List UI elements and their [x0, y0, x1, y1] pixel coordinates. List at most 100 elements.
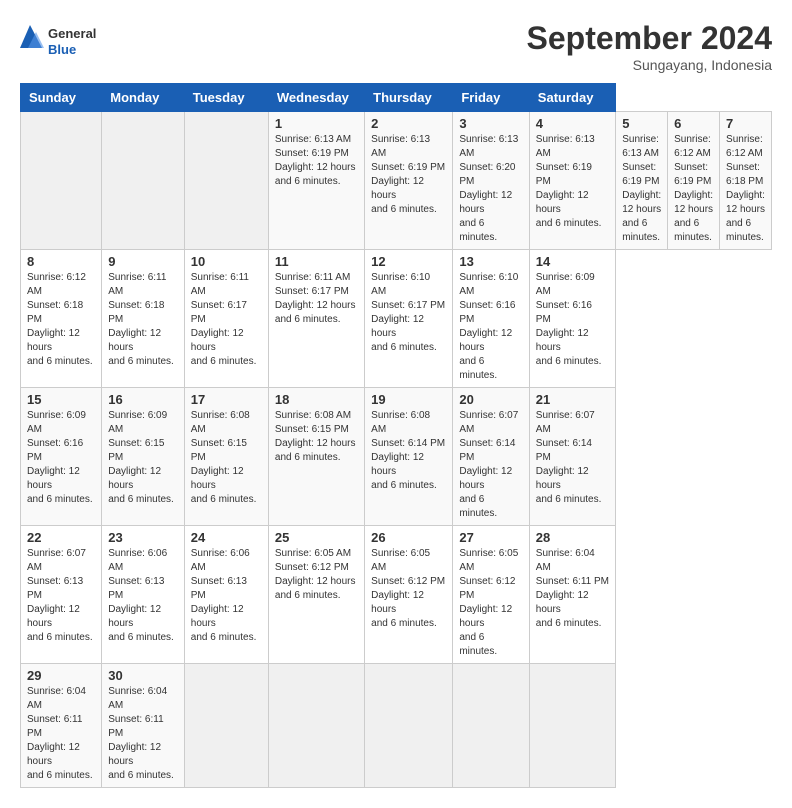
day-number: 25 — [275, 530, 358, 545]
day-number: 16 — [108, 392, 178, 407]
day-cell — [268, 664, 364, 788]
location-subtitle: Sungayang, Indonesia — [527, 57, 772, 73]
day-info: Sunrise: 6:04 AMSunset: 6:11 PMDaylight:… — [27, 685, 95, 783]
day-info: Sunrise: 6:10 AMSunset: 6:16 PMDaylight:… — [459, 271, 522, 383]
day-cell: 26 Sunrise: 6:05 AMSunset: 6:12 PMDayligh… — [365, 526, 453, 664]
day-info: Sunrise: 6:11 AMSunset: 6:17 PMDaylight:… — [191, 271, 262, 369]
day-info: Sunrise: 6:08 AMSunset: 6:15 PMDaylight:… — [191, 409, 262, 507]
day-cell: 16 Sunrise: 6:09 AMSunset: 6:15 PMDayligh… — [102, 388, 185, 526]
header-tuesday: Tuesday — [184, 84, 268, 112]
day-cell: 27 Sunrise: 6:05 AMSunset: 6:12 PMDayligh… — [453, 526, 529, 664]
page-header: General Blue September 2024 Sungayang, I… — [20, 20, 772, 73]
day-info: Sunrise: 6:04 AMSunset: 6:11 PMDaylight:… — [536, 547, 609, 631]
svg-text:General: General — [48, 26, 96, 41]
day-number: 30 — [108, 668, 178, 683]
day-number: 12 — [371, 254, 446, 269]
day-number: 5 — [622, 116, 661, 131]
day-cell: 30 Sunrise: 6:04 AMSunset: 6:11 PMDayligh… — [102, 664, 185, 788]
day-number: 11 — [275, 254, 358, 269]
day-cell: 1 Sunrise: 6:13 AMSunset: 6:19 PMDaylight… — [268, 112, 364, 250]
day-info: Sunrise: 6:05 AMSunset: 6:12 PMDaylight:… — [275, 547, 358, 603]
day-number: 22 — [27, 530, 95, 545]
day-info: Sunrise: 6:13 AMSunset: 6:20 PMDaylight:… — [459, 133, 522, 245]
day-number: 7 — [726, 116, 765, 131]
day-info: Sunrise: 6:12 AMSunset: 6:18 PMDaylight:… — [27, 271, 95, 369]
day-cell: 18 Sunrise: 6:08 AMSunset: 6:15 PMDayligh… — [268, 388, 364, 526]
day-cell: 5 Sunrise: 6:13 AMSunset: 6:19 PMDaylight… — [616, 112, 668, 250]
calendar-table: SundayMondayTuesdayWednesdayThursdayFrid… — [20, 83, 772, 788]
day-info: Sunrise: 6:12 AMSunset: 6:19 PMDaylight:… — [674, 133, 713, 245]
day-cell — [453, 664, 529, 788]
day-number: 15 — [27, 392, 95, 407]
day-number: 27 — [459, 530, 522, 545]
day-info: Sunrise: 6:05 AMSunset: 6:12 PMDaylight:… — [371, 547, 446, 631]
day-cell: 29 Sunrise: 6:04 AMSunset: 6:11 PMDayligh… — [21, 664, 102, 788]
week-row-5: 29 Sunrise: 6:04 AMSunset: 6:11 PMDayligh… — [21, 664, 772, 788]
day-info: Sunrise: 6:13 AMSunset: 6:19 PMDaylight:… — [536, 133, 609, 231]
day-info: Sunrise: 6:06 AMSunset: 6:13 PMDaylight:… — [108, 547, 178, 645]
day-number: 28 — [536, 530, 609, 545]
day-number: 19 — [371, 392, 446, 407]
day-cell: 23Sunrise: 6:06 AMSunset: 6:13 PMDayligh… — [102, 526, 185, 664]
week-row-4: 22Sunrise: 6:07 AMSunset: 6:13 PMDayligh… — [21, 526, 772, 664]
day-number: 24 — [191, 530, 262, 545]
day-cell: 22Sunrise: 6:07 AMSunset: 6:13 PMDayligh… — [21, 526, 102, 664]
day-number: 1 — [275, 116, 358, 131]
day-cell: 21Sunrise: 6:07 AMSunset: 6:14 PMDayligh… — [529, 388, 615, 526]
day-number: 14 — [536, 254, 609, 269]
day-number: 29 — [27, 668, 95, 683]
day-cell: 2 Sunrise: 6:13 AMSunset: 6:19 PMDaylight… — [365, 112, 453, 250]
day-info: Sunrise: 6:06 AMSunset: 6:13 PMDaylight:… — [191, 547, 262, 645]
day-info: Sunrise: 6:08 AMSunset: 6:15 PMDaylight:… — [275, 409, 358, 465]
day-cell — [184, 664, 268, 788]
day-number: 20 — [459, 392, 522, 407]
day-info: Sunrise: 6:13 AMSunset: 6:19 PMDaylight:… — [275, 133, 358, 189]
day-cell: 12Sunrise: 6:10 AMSunset: 6:17 PMDayligh… — [365, 250, 453, 388]
day-cell: 9Sunrise: 6:11 AMSunset: 6:18 PMDaylight… — [102, 250, 185, 388]
day-cell: 11 Sunrise: 6:11 AMSunset: 6:17 PMDayligh… — [268, 250, 364, 388]
day-number: 18 — [275, 392, 358, 407]
day-number: 9 — [108, 254, 178, 269]
svg-text:Blue: Blue — [48, 42, 76, 57]
month-title: September 2024 — [527, 20, 772, 57]
day-info: Sunrise: 6:13 AMSunset: 6:19 PMDaylight:… — [622, 133, 661, 245]
day-number: 10 — [191, 254, 262, 269]
header-sunday: Sunday — [21, 84, 102, 112]
day-cell: 8Sunrise: 6:12 AMSunset: 6:18 PMDaylight… — [21, 250, 102, 388]
header-wednesday: Wednesday — [268, 84, 364, 112]
day-number: 13 — [459, 254, 522, 269]
day-number: 26 — [371, 530, 446, 545]
day-cell: 25 Sunrise: 6:05 AMSunset: 6:12 PMDayligh… — [268, 526, 364, 664]
logo: General Blue — [20, 20, 110, 65]
header-monday: Monday — [102, 84, 185, 112]
title-block: September 2024 Sungayang, Indonesia — [527, 20, 772, 73]
logo-svg: General Blue — [20, 20, 110, 65]
day-info: Sunrise: 6:04 AMSunset: 6:11 PMDaylight:… — [108, 685, 178, 783]
day-cell: 24 Sunrise: 6:06 AMSunset: 6:13 PMDayligh… — [184, 526, 268, 664]
day-cell: 20 Sunrise: 6:07 AMSunset: 6:14 PMDayligh… — [453, 388, 529, 526]
week-row-2: 8Sunrise: 6:12 AMSunset: 6:18 PMDaylight… — [21, 250, 772, 388]
day-number: 21 — [536, 392, 609, 407]
day-number: 17 — [191, 392, 262, 407]
day-cell — [529, 664, 615, 788]
day-cell: 14Sunrise: 6:09 AMSunset: 6:16 PMDayligh… — [529, 250, 615, 388]
header-friday: Friday — [453, 84, 529, 112]
day-info: Sunrise: 6:12 AMSunset: 6:18 PMDaylight:… — [726, 133, 765, 245]
header-row: SundayMondayTuesdayWednesdayThursdayFrid… — [21, 84, 772, 112]
day-info: Sunrise: 6:09 AMSunset: 6:15 PMDaylight:… — [108, 409, 178, 507]
day-cell: 13 Sunrise: 6:10 AMSunset: 6:16 PMDayligh… — [453, 250, 529, 388]
day-number: 3 — [459, 116, 522, 131]
day-info: Sunrise: 6:13 AMSunset: 6:19 PMDaylight:… — [371, 133, 446, 217]
day-cell: 17 Sunrise: 6:08 AMSunset: 6:15 PMDayligh… — [184, 388, 268, 526]
day-cell — [102, 112, 185, 250]
day-info: Sunrise: 6:08 AMSunset: 6:14 PMDaylight:… — [371, 409, 446, 493]
day-cell: 15Sunrise: 6:09 AMSunset: 6:16 PMDayligh… — [21, 388, 102, 526]
day-info: Sunrise: 6:05 AMSunset: 6:12 PMDaylight:… — [459, 547, 522, 659]
day-info: Sunrise: 6:11 AMSunset: 6:17 PMDaylight:… — [275, 271, 358, 327]
day-cell: 7 Sunrise: 6:12 AMSunset: 6:18 PMDaylight… — [720, 112, 772, 250]
day-cell: 6Sunrise: 6:12 AMSunset: 6:19 PMDaylight… — [668, 112, 720, 250]
day-number: 2 — [371, 116, 446, 131]
day-cell: 3 Sunrise: 6:13 AMSunset: 6:20 PMDaylight… — [453, 112, 529, 250]
day-info: Sunrise: 6:07 AMSunset: 6:14 PMDaylight:… — [459, 409, 522, 521]
day-cell — [365, 664, 453, 788]
